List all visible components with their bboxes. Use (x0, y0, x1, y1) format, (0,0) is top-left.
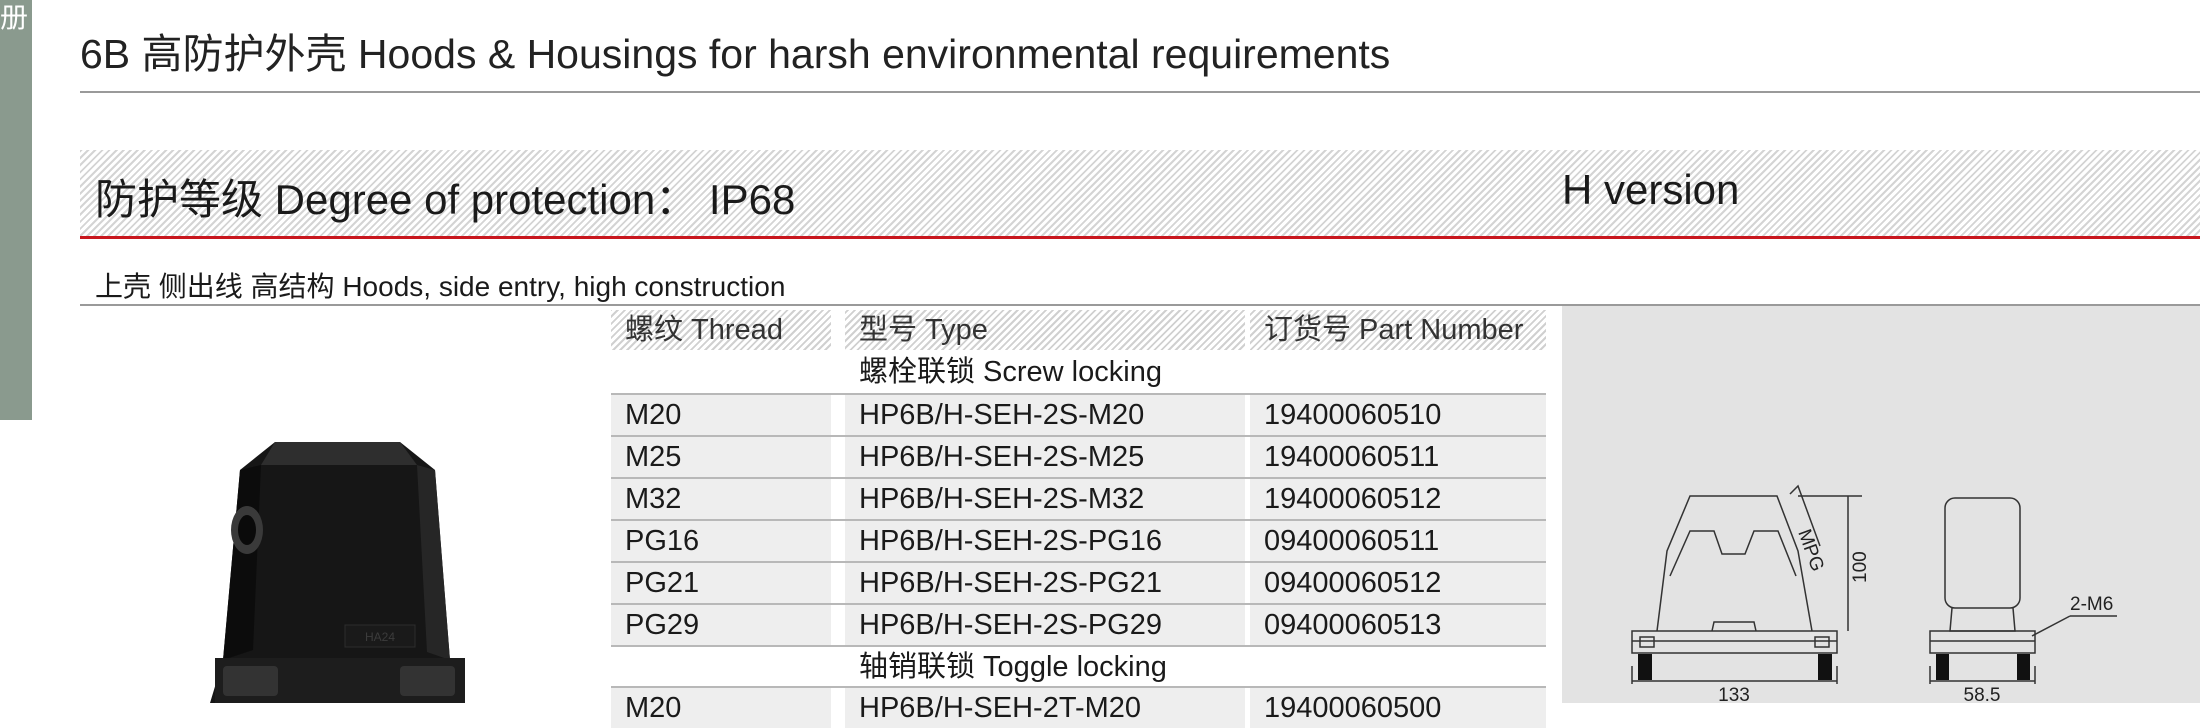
dimension-width-front: 133 (1718, 685, 1750, 703)
cell-part-number: 09400060511 (1250, 521, 1546, 561)
dimension-width-side: 58.5 (1964, 685, 2001, 703)
group-label-screw-locking: 螺栓联锁 Screw locking (845, 352, 1245, 392)
title-divider (80, 91, 2200, 93)
cell-thread: M32 (611, 479, 831, 519)
cell-type: HP6B/H-SEH-2S-PG16 (845, 521, 1245, 561)
page-title: 6B 高防护外壳 Hoods & Housings for harsh envi… (80, 31, 1391, 77)
side-tab: 册 (0, 0, 32, 420)
cell-thread: PG29 (611, 605, 831, 645)
group-label-toggle-locking: 轴销联锁 Toggle locking (845, 647, 1245, 687)
header-part-number: 订货号 Part Number (1250, 310, 1546, 350)
cell-type: HP6B/H-SEH-2S-M20 (845, 395, 1245, 435)
cell-type: HP6B/H-SEH-2S-M32 (845, 479, 1245, 519)
cell-part-number: 19400060512 (1250, 479, 1546, 519)
protection-band-red-rule (80, 236, 2200, 239)
cell-type: HP6B/H-SEH-2T-M20 (845, 688, 1245, 728)
cell-thread: M25 (611, 437, 831, 477)
cell-type: HP6B/H-SEH-2S-M25 (845, 437, 1245, 477)
cell-thread: M20 (611, 395, 831, 435)
technical-drawing: MPG 100 2-M6 133 58.5 (1562, 306, 2200, 703)
version-label: H version (1562, 166, 1740, 213)
product-photo: HA24 (210, 442, 465, 703)
cell-part-number: 09400060512 (1250, 563, 1546, 603)
section-label: 上壳 侧出线 高结构 Hoods, side entry, high const… (95, 271, 786, 302)
cell-part-number: 19400060500 (1250, 688, 1546, 728)
cell-part-number: 19400060510 (1250, 395, 1546, 435)
cell-thread: PG16 (611, 521, 831, 561)
header-type: 型号 Type (845, 310, 1245, 350)
header-thread: 螺纹 Thread (611, 310, 831, 350)
cell-part-number: 09400060513 (1250, 605, 1546, 645)
cell-type: HP6B/H-SEH-2S-PG21 (845, 563, 1245, 603)
protection-degree-label: 防护等级 Degree of protection： IP68 (95, 176, 796, 223)
side-tab-text: 册 (0, 2, 29, 33)
dimension-screw: 2-M6 (2070, 594, 2113, 615)
cell-thread: M20 (611, 688, 831, 728)
cell-part-number: 19400060511 (1250, 437, 1546, 477)
dimension-height: 100 (1850, 551, 1871, 583)
cell-type: HP6B/H-SEH-2S-PG29 (845, 605, 1245, 645)
cell-thread: PG21 (611, 563, 831, 603)
product-marking: HA24 (365, 630, 395, 644)
